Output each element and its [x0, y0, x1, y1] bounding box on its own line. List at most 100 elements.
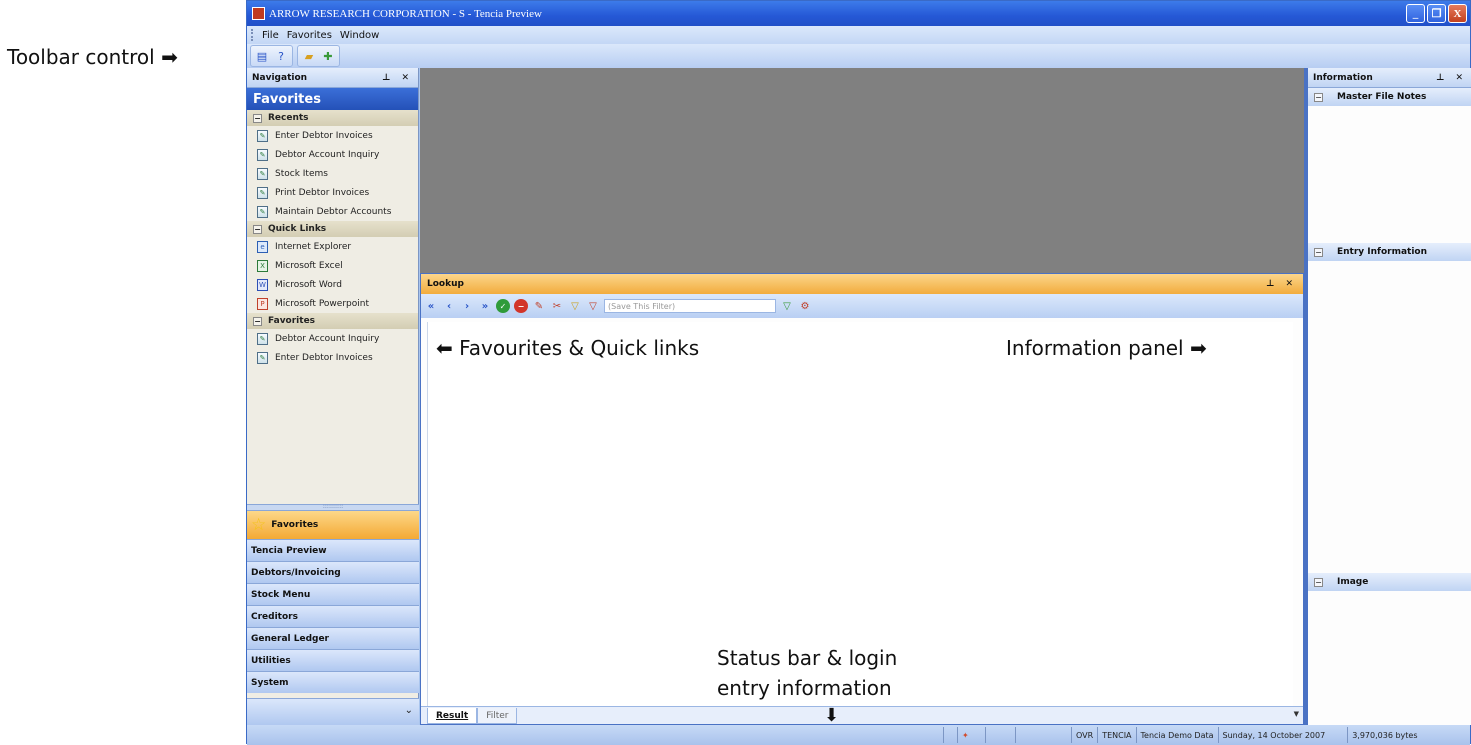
info-section-label: Image: [1337, 577, 1369, 587]
section-favorites[interactable]: − Favorites: [247, 313, 418, 329]
powerpoint-icon: P: [257, 297, 268, 310]
previous-record-icon[interactable]: ‹: [442, 299, 456, 313]
first-record-icon[interactable]: «: [424, 299, 438, 313]
section-recents[interactable]: − Recents: [247, 110, 418, 126]
collapse-icon[interactable]: −: [253, 224, 262, 234]
form-doc-icon: ✎: [257, 148, 268, 161]
status-callout-line2: entry information: [717, 676, 892, 700]
tab-filter[interactable]: Filter: [477, 708, 518, 724]
tab-dropdown-icon[interactable]: ▼: [1294, 710, 1299, 718]
edit-record-icon[interactable]: ✎: [532, 299, 546, 313]
clear-filter-icon[interactable]: ▽: [586, 299, 600, 313]
form-doc-icon: ✎: [257, 205, 268, 218]
info-section-image[interactable]: − Image: [1308, 573, 1471, 591]
collapse-icon[interactable]: −: [1314, 92, 1323, 102]
nav-item-maintain-debtor-accounts[interactable]: ✎ Maintain Debtor Accounts: [247, 202, 418, 221]
main-toolbar: ▤ ? ▰ ✚: [247, 44, 1470, 68]
pin-close-icon[interactable]: ⊥ ✕: [382, 73, 413, 83]
entry-information-area: [1308, 261, 1471, 573]
outlook-button-general-ledger[interactable]: General Ledger: [247, 627, 419, 649]
collapse-icon[interactable]: −: [253, 113, 262, 123]
nav-item-enter-debtor-invoices[interactable]: ✎ Enter Debtor Invoices: [247, 126, 418, 145]
last-record-icon[interactable]: »: [478, 299, 492, 313]
tab-result[interactable]: Result: [427, 708, 478, 724]
info-section-entry-information[interactable]: − Entry Information: [1308, 243, 1471, 261]
minimize-button[interactable]: _: [1406, 4, 1425, 23]
outlook-button-creditors[interactable]: Creditors: [247, 605, 419, 627]
star-icon: ☆: [251, 515, 267, 535]
nav-item-fav-enter-debtor-invoices[interactable]: ✎ Enter Debtor Invoices: [247, 348, 418, 367]
nav-item-fav-debtor-account-inquiry[interactable]: ✎ Debtor Account Inquiry: [247, 329, 418, 348]
section-label: Recents: [268, 113, 309, 123]
pin-close-icon[interactable]: ⊥ ✕: [1266, 279, 1297, 289]
collapse-icon[interactable]: −: [1314, 247, 1323, 257]
nav-item-microsoft-powerpoint[interactable]: P Microsoft Powerpoint: [247, 294, 418, 313]
menu-file[interactable]: File: [262, 30, 279, 41]
cancel-icon[interactable]: −: [514, 299, 528, 313]
outlook-button-debtors-invoicing[interactable]: Debtors/Invoicing: [247, 561, 419, 583]
outlook-button-tencia-preview[interactable]: Tencia Preview: [247, 539, 419, 561]
help-icon[interactable]: ?: [273, 48, 289, 64]
outlook-footer: ⌄: [247, 698, 419, 725]
folder-icon[interactable]: ▰: [301, 48, 317, 64]
collapse-icon[interactable]: −: [253, 316, 262, 326]
information-callout: Information panel ➡: [1006, 336, 1207, 360]
nav-item-label: Print Debtor Invoices: [275, 187, 370, 198]
filter-name-input[interactable]: (Save This Filter): [604, 299, 776, 313]
status-cell-blank: [985, 727, 1015, 743]
close-button[interactable]: X: [1448, 4, 1467, 23]
nav-item-label: Microsoft Excel: [275, 260, 343, 271]
filter-icon[interactable]: ▽: [568, 299, 582, 313]
nav-item-label: Microsoft Powerpoint: [275, 298, 369, 309]
menu-bar: File Favorites Window: [247, 26, 1470, 44]
status-user: TENCIA: [1097, 727, 1135, 743]
save-filter-icon[interactable]: ▽: [780, 299, 794, 313]
outlook-button-favorites[interactable]: ☆ Favorites: [247, 510, 419, 539]
section-label: Quick Links: [268, 224, 327, 234]
favorites-title: Favorites: [247, 88, 418, 110]
menu-grip[interactable]: [251, 29, 254, 41]
menu-window[interactable]: Window: [340, 30, 379, 41]
title-bar: ARROW RESEARCH CORPORATION - S - Tencia …: [247, 1, 1470, 26]
information-panel: Information ⊥ ✕ − Master File Notes − En…: [1304, 68, 1471, 725]
collapse-icon[interactable]: −: [1314, 577, 1323, 587]
filter-options-icon[interactable]: ⚙: [798, 299, 812, 313]
status-mode: OVR: [1071, 727, 1097, 743]
nav-item-label: Enter Debtor Invoices: [275, 352, 373, 363]
status-date: Sunday, 14 October 2007: [1217, 727, 1330, 743]
nav-item-microsoft-word[interactable]: W Microsoft Word: [247, 275, 418, 294]
nav-item-print-debtor-invoices[interactable]: ✎ Print Debtor Invoices: [247, 183, 418, 202]
status-login-icon: ✦: [957, 727, 985, 743]
outlook-button-utilities[interactable]: Utilities: [247, 649, 419, 671]
restore-button[interactable]: ❐: [1427, 4, 1446, 23]
accept-icon[interactable]: ✓: [496, 299, 510, 313]
pin-close-icon[interactable]: ⊥ ✕: [1436, 73, 1467, 83]
form-icon[interactable]: ▤: [254, 48, 270, 64]
lookup-title: Lookup: [427, 279, 464, 289]
information-header: Information ⊥ ✕: [1308, 68, 1471, 88]
nav-item-debtor-account-inquiry[interactable]: ✎ Debtor Account Inquiry: [247, 145, 418, 164]
menu-favorites[interactable]: Favorites: [287, 30, 332, 41]
nav-item-label: Microsoft Word: [275, 279, 342, 290]
delete-record-icon[interactable]: ✂: [550, 299, 564, 313]
status-bar: ✦ OVR TENCIA Tencia Demo Data Sunday, 14…: [247, 725, 1470, 745]
toolbar-group-1: ▤ ?: [250, 45, 293, 67]
info-section-master-file-notes[interactable]: − Master File Notes: [1308, 88, 1471, 106]
status-cell-blank: [1015, 727, 1071, 743]
excel-icon: X: [257, 259, 268, 272]
nav-item-microsoft-excel[interactable]: X Microsoft Excel: [247, 256, 418, 275]
favorites-add-icon[interactable]: ✚: [320, 48, 336, 64]
lookup-toolbar: « ‹ › » ✓ − ✎ ✂ ▽ ▽ (Save This Filter) ▽…: [421, 294, 1303, 318]
next-record-icon[interactable]: ›: [460, 299, 474, 313]
form-doc-icon: ✎: [257, 186, 268, 199]
chevron-down-icon[interactable]: ⌄: [405, 705, 413, 716]
navigation-header: Navigation ⊥ ✕: [247, 68, 418, 88]
outlook-button-label: Favorites: [271, 520, 319, 530]
outlook-button-stock-menu[interactable]: Stock Menu: [247, 583, 419, 605]
nav-item-label: Debtor Account Inquiry: [275, 149, 380, 160]
section-label: Favorites: [268, 316, 316, 326]
section-quick-links[interactable]: − Quick Links: [247, 221, 418, 237]
nav-item-stock-items[interactable]: ✎ Stock Items: [247, 164, 418, 183]
nav-item-internet-explorer[interactable]: e Internet Explorer: [247, 237, 418, 256]
outlook-button-system[interactable]: System: [247, 671, 419, 693]
